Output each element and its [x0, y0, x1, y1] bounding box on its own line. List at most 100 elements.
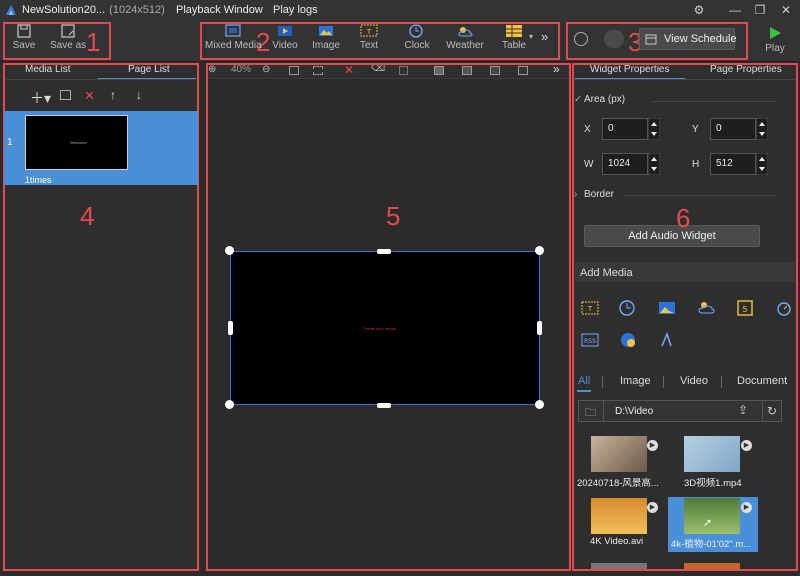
- category-document[interactable]: Document: [737, 375, 787, 387]
- send-back-icon[interactable]: [518, 66, 528, 75]
- media-thumbnail-1[interactable]: [591, 436, 647, 472]
- area-divider: [652, 101, 776, 102]
- widget-canvas[interactable]: Create your media: [230, 251, 540, 405]
- resize-handle-nw[interactable]: [225, 246, 234, 255]
- bring-front-icon[interactable]: [434, 66, 444, 75]
- tab-widget-properties[interactable]: Widget Properties: [590, 64, 669, 75]
- zoom-in-icon[interactable]: ⊕: [208, 64, 216, 75]
- play-icon[interactable]: [768, 26, 782, 40]
- menu-playback-window[interactable]: Playback Window: [176, 4, 263, 16]
- text-widget-button[interactable]: T Text: [354, 24, 384, 58]
- actual-size-icon[interactable]: [313, 66, 323, 75]
- resize-handle-w[interactable]: [228, 321, 233, 335]
- web-media-icon[interactable]: [618, 330, 638, 350]
- fit-view-icon[interactable]: [289, 66, 299, 75]
- image-widget-button[interactable]: Image: [311, 24, 341, 58]
- w-spinner-icon[interactable]: [648, 153, 660, 175]
- send-backward-icon[interactable]: [490, 66, 500, 75]
- play-badge-icon[interactable]: ▶: [741, 440, 752, 451]
- play-badge-icon[interactable]: ▶: [647, 440, 658, 451]
- menu-play-logs[interactable]: Play logs: [273, 4, 318, 16]
- save-as-button[interactable]: Save as: [50, 24, 86, 58]
- table-dropdown-chevron-icon[interactable]: ▾: [529, 32, 533, 41]
- h-spinner-icon[interactable]: [756, 153, 768, 175]
- category-all[interactable]: All: [578, 375, 590, 387]
- close-window-icon[interactable]: ✕: [777, 2, 795, 18]
- x-spinner-icon[interactable]: [648, 118, 660, 140]
- bulb-icon[interactable]: [574, 32, 588, 46]
- clear-icon[interactable]: ⌫: [371, 63, 385, 74]
- x-input[interactable]: 0: [602, 118, 648, 140]
- media-thumbnail-3[interactable]: [591, 498, 647, 534]
- text-media-icon[interactable]: T: [580, 298, 600, 318]
- rss-media-icon[interactable]: RSS: [580, 330, 600, 350]
- more-tools-chevron-icon[interactable]: »: [541, 29, 548, 44]
- table-widget-button[interactable]: Table: [500, 24, 528, 58]
- resize-handle-n[interactable]: [377, 249, 391, 254]
- resize-handle-s[interactable]: [377, 403, 391, 408]
- preview-icon[interactable]: [604, 30, 624, 48]
- play-badge-icon[interactable]: ▶: [741, 502, 752, 513]
- resize-handle-e[interactable]: [537, 321, 542, 335]
- weather-media-icon[interactable]: [696, 298, 716, 318]
- maximize-icon[interactable]: ❐: [751, 2, 769, 18]
- image-media-icon[interactable]: [657, 298, 677, 318]
- play-badge-icon[interactable]: ▶: [647, 502, 658, 513]
- html-media-icon[interactable]: 5: [735, 298, 755, 318]
- text-style-media-icon[interactable]: [657, 330, 677, 350]
- resize-handle-sw[interactable]: [225, 400, 234, 409]
- tab-media-list[interactable]: Media List: [25, 64, 71, 75]
- crop-icon[interactable]: [399, 66, 408, 75]
- copy-page-icon[interactable]: [60, 90, 71, 100]
- weather-widget-button[interactable]: Weather: [446, 24, 484, 58]
- area-chevron-icon[interactable]: ✓: [574, 94, 582, 105]
- zoom-out-icon[interactable]: ⊖: [262, 64, 270, 75]
- move-up-icon[interactable]: ↑: [110, 88, 116, 102]
- delete-page-icon[interactable]: ✕: [84, 88, 95, 104]
- delete-widget-icon[interactable]: ✕: [344, 63, 354, 77]
- media-thumbnail-5[interactable]: [591, 563, 647, 571]
- minimize-icon[interactable]: —: [726, 2, 744, 18]
- media-thumbnail-6[interactable]: [684, 563, 740, 571]
- clock-media-icon[interactable]: [618, 298, 638, 318]
- refresh-icon[interactable]: ↻: [762, 400, 782, 422]
- clock-widget-button[interactable]: Clock: [401, 24, 433, 58]
- folder-open-icon[interactable]: 🗀: [585, 404, 596, 423]
- w-input[interactable]: 1024: [602, 153, 648, 175]
- save-button[interactable]: Save: [12, 24, 36, 58]
- media-file-name: 4K Video.avi: [590, 536, 644, 547]
- view-schedule-button[interactable]: View Schedule: [639, 28, 737, 50]
- annotation-number-1: 1: [86, 27, 101, 57]
- bring-forward-icon[interactable]: [462, 66, 472, 75]
- video-widget-button[interactable]: Video: [270, 24, 300, 58]
- y-input[interactable]: 0: [710, 118, 756, 140]
- annotation-number-5: 5: [386, 201, 401, 231]
- add-page-icon[interactable]: ＋▾: [30, 88, 51, 108]
- y-spinner-icon[interactable]: [756, 118, 768, 140]
- mixed-media-button[interactable]: Mixed Media: [205, 24, 262, 58]
- timer-media-icon[interactable]: [774, 298, 794, 318]
- upload-folder-icon[interactable]: ⇪: [738, 403, 748, 417]
- resize-handle-se[interactable]: [535, 400, 544, 409]
- w-label: W: [584, 159, 594, 170]
- category-video[interactable]: Video: [680, 375, 708, 387]
- add-media-label: Add Media: [580, 267, 633, 279]
- path-divider: [603, 401, 604, 421]
- x-label: X: [584, 124, 591, 135]
- h-input[interactable]: 512: [710, 153, 756, 175]
- tab-page-properties[interactable]: Page Properties: [710, 64, 782, 75]
- folder-path-bar[interactable]: 🗀 D:\Video: [578, 400, 782, 422]
- category-image[interactable]: Image: [620, 375, 651, 387]
- resize-handle-ne[interactable]: [535, 246, 544, 255]
- page-thumbnail[interactable]: Welcome: [25, 115, 128, 170]
- more-canvas-tools-icon[interactable]: »: [553, 62, 560, 76]
- zoom-level: 40%: [231, 64, 252, 75]
- play-label[interactable]: Play: [764, 43, 786, 55]
- move-down-icon[interactable]: ↓: [136, 88, 142, 102]
- tab-page-list[interactable]: Page List: [128, 64, 170, 75]
- add-audio-widget-button[interactable]: Add Audio Widget: [584, 225, 760, 247]
- settings-gear-icon[interactable]: ⚙: [690, 2, 708, 18]
- border-chevron-icon[interactable]: ›: [574, 189, 577, 200]
- mouse-cursor-icon: ➚: [703, 517, 713, 529]
- media-thumbnail-2[interactable]: [684, 436, 740, 472]
